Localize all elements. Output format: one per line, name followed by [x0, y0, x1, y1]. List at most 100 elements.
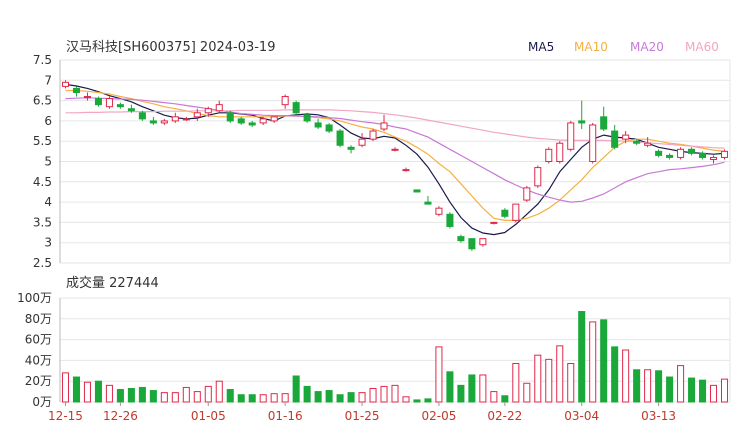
candle-body	[600, 116, 608, 130]
candle-body	[633, 140, 641, 144]
volume-bar	[501, 395, 509, 403]
candle	[413, 189, 421, 193]
volume-tick-label: 60万	[25, 333, 52, 347]
volume-bar	[259, 394, 267, 403]
candle	[578, 100, 586, 130]
candle-body	[116, 104, 124, 108]
moving-average-lines	[65, 83, 725, 236]
candle-body	[72, 87, 80, 93]
candle	[138, 110, 146, 121]
candle-body	[446, 213, 454, 227]
candle-body	[358, 138, 366, 146]
candle	[468, 238, 476, 251]
price-tick-label: 5	[44, 155, 52, 169]
candle-body	[479, 238, 487, 246]
volume-bar	[171, 392, 179, 403]
candle	[358, 133, 366, 148]
candle-body	[314, 122, 322, 128]
volume-tick-label: 0万	[32, 395, 52, 409]
volume-bar	[281, 393, 289, 403]
candle-body	[281, 96, 289, 106]
candle	[435, 206, 443, 217]
date-label: 01-05	[191, 409, 226, 423]
candle	[600, 106, 608, 132]
candle	[391, 147, 399, 152]
volume-bar	[633, 369, 641, 403]
volume-bar	[336, 394, 344, 403]
candle-body	[182, 118, 190, 121]
candle	[666, 153, 674, 160]
candle	[479, 238, 487, 247]
candle	[567, 120, 575, 152]
volume-bar	[556, 345, 564, 403]
candle	[270, 116, 278, 123]
date-label: 12-15	[48, 409, 83, 423]
candle-body	[369, 130, 377, 140]
candle	[501, 208, 509, 219]
candle	[237, 116, 245, 125]
volume-bar	[446, 371, 454, 403]
candle-body	[237, 118, 245, 124]
price-tick-label: 7.5	[33, 53, 52, 67]
volume-tick-label: 80万	[25, 312, 52, 326]
volume-bar	[72, 376, 80, 403]
candle-body	[688, 148, 696, 154]
volume-bar	[435, 346, 443, 403]
volume-bar	[600, 319, 608, 403]
candle-body	[545, 148, 553, 163]
candle-body	[578, 120, 586, 124]
candle-body	[534, 167, 542, 187]
volume-bar	[391, 384, 399, 403]
volume-bar	[688, 377, 696, 403]
volume-bar	[578, 311, 586, 403]
candle-body	[710, 156, 718, 160]
candle-body	[193, 112, 201, 118]
candle-body	[501, 209, 509, 217]
candle	[402, 167, 410, 172]
chart-title: 汉马科技[SH600375] 2024-03-19	[66, 40, 275, 55]
volume-bar	[193, 391, 201, 403]
volume-bar	[358, 392, 366, 403]
date-label: 02-22	[487, 409, 522, 423]
candle-body	[655, 150, 663, 156]
candle	[72, 86, 80, 97]
candle-body	[611, 130, 619, 148]
candle-body	[677, 148, 685, 158]
volume-bar	[523, 382, 531, 403]
date-label: 03-04	[564, 409, 599, 423]
candle	[446, 212, 454, 229]
candle-body	[292, 102, 300, 114]
volume-bar	[457, 384, 465, 403]
volume-bar	[105, 384, 113, 403]
date-label: 03-13	[641, 409, 676, 423]
candle-body	[567, 122, 575, 150]
candle-body	[215, 104, 223, 112]
volume-bar	[468, 374, 476, 403]
volume-bar	[127, 387, 135, 403]
volume-bar	[710, 384, 718, 403]
candle	[149, 116, 157, 125]
volume-bar	[611, 346, 619, 403]
volume-bar	[369, 387, 377, 403]
candle-body	[270, 116, 278, 122]
candle	[688, 147, 696, 156]
volume-bar	[490, 391, 498, 403]
candle	[226, 110, 234, 123]
candle-body	[435, 207, 443, 215]
candle-body	[149, 120, 157, 124]
candle-body	[303, 114, 311, 122]
date-label: 01-16	[268, 409, 303, 423]
volume-bar	[116, 389, 124, 403]
candle-body	[160, 120, 168, 124]
candle-body	[644, 142, 652, 146]
volume-bar	[545, 358, 553, 403]
volume-tick-label: 40万	[25, 353, 52, 367]
candle	[655, 149, 663, 158]
volume-bar	[160, 392, 168, 403]
candle	[105, 96, 113, 109]
candle	[424, 196, 432, 205]
volume-tick-label: 20万	[25, 374, 52, 388]
volume-title: 成交量 227444	[66, 275, 159, 291]
volume-bar	[347, 392, 355, 403]
volume-bar	[226, 389, 234, 403]
